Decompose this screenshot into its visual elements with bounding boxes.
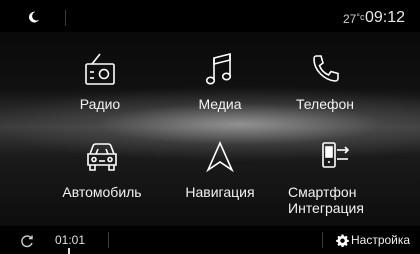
menu-item-radio[interactable]: Радио	[50, 52, 150, 112]
progress-marker	[68, 248, 70, 254]
temperature-value: 27	[343, 12, 357, 26]
car-icon	[87, 143, 117, 171]
moon-icon[interactable]	[28, 11, 40, 23]
temperature-unit: °c	[356, 12, 365, 22]
bottom-separator	[108, 232, 109, 248]
bottom-separator	[322, 232, 323, 248]
bottom-bar: 01:01 Настройка	[0, 226, 420, 254]
settings-label: Настройка	[351, 233, 411, 247]
menu-item-phone[interactable]: Телефон	[275, 52, 375, 112]
menu-item-label-line1: Смартфон	[288, 184, 357, 200]
smartphone-integration-icon	[322, 142, 350, 168]
menu-item-label: Телефон	[295, 96, 355, 112]
track-time: 01:01	[55, 233, 86, 247]
menu-item-smartphone-integration[interactable]: Смартфон Интеграция	[280, 140, 390, 216]
clock: 09:12	[365, 9, 406, 26]
music-note-icon	[205, 52, 232, 85]
menu-item-label: Навигация	[185, 184, 255, 200]
menu-item-navigation[interactable]: Навигация	[170, 140, 270, 200]
radio-icon	[85, 53, 115, 85]
menu-item-label: Радио	[79, 96, 121, 112]
refresh-icon[interactable]	[20, 234, 34, 248]
home-screen: 27°c 09:12 Радио Медиа Телефон Автомобил…	[0, 0, 420, 254]
temperature-readout: 27°c	[343, 12, 364, 26]
settings-button[interactable]: Настройка	[336, 231, 410, 249]
navigation-arrow-icon	[206, 141, 234, 173]
menu-item-car[interactable]: Автомобиль	[47, 140, 157, 200]
gear-icon	[336, 233, 349, 247]
menu-item-media[interactable]: Медиа	[170, 52, 270, 112]
status-bar: 27°c 09:12	[0, 0, 420, 32]
menu-item-label-line2: Интеграция	[288, 200, 364, 216]
status-separator	[65, 10, 66, 26]
phone-icon	[313, 55, 339, 82]
menu-item-label: Автомобиль	[62, 184, 142, 200]
menu-item-label: Медиа	[198, 96, 242, 112]
